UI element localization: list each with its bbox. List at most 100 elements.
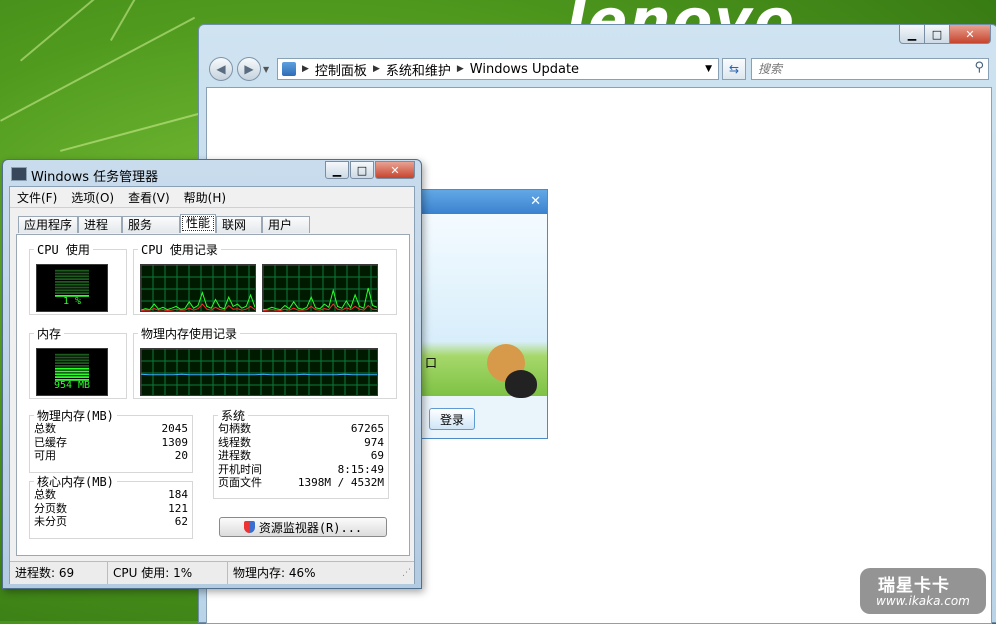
- menu-bar: 文件(F) 选项(O) 查看(V) 帮助(H): [10, 187, 414, 208]
- stat-row: 开机时间 8:15:49: [218, 463, 384, 477]
- task-manager-window: Windows 任务管理器 ▁ □ ✕ 文件(F) 选项(O) 查看(V) 帮助…: [2, 159, 422, 589]
- meter-segment: [55, 373, 89, 376]
- tab-networking[interactable]: 联网: [216, 216, 263, 233]
- maximize-button[interactable]: □: [924, 25, 950, 44]
- watermark-url: www.ikaka.com: [876, 594, 970, 608]
- close-button[interactable]: ✕: [949, 25, 991, 44]
- resize-grip-icon[interactable]: ⋰: [402, 568, 411, 578]
- memory-group: 内存 954 MB: [29, 325, 127, 399]
- stat-value: 121: [168, 501, 188, 515]
- menu-file[interactable]: 文件(F): [10, 187, 64, 207]
- stat-value: 8:15:49: [337, 462, 384, 476]
- status-memory: 物理内存: 46%: [233, 566, 316, 580]
- leaf-vein: [60, 111, 206, 152]
- stat-value: 67265: [350, 422, 384, 435]
- breadcrumb-arrow-icon[interactable]: ▶: [457, 64, 464, 74]
- status-cpu: CPU 使用: 1%: [108, 562, 228, 584]
- refresh-button[interactable]: ⇆: [722, 58, 746, 80]
- tab-applications[interactable]: 应用程序: [18, 216, 79, 233]
- breadcrumb-control-panel[interactable]: 控制面板: [309, 60, 373, 79]
- stat-row: 可用 20: [34, 449, 188, 463]
- cpu-usage-value: 1 %: [62, 296, 82, 307]
- meter-segment: [55, 281, 89, 283]
- tab-services[interactable]: 服务: [122, 216, 181, 233]
- physical-memory-stats: 总数 2045 已缓存 1309 可用 20: [34, 422, 188, 463]
- menu-options[interactable]: 选项(O): [64, 187, 121, 207]
- tab-users[interactable]: 用户: [262, 216, 311, 233]
- tm-close-button[interactable]: ✕: [375, 161, 415, 179]
- breadcrumb-arrow-icon[interactable]: ▶: [302, 64, 309, 74]
- performance-panel: CPU 使用 1 % CPU 使用记录 内存 954 MB 物理内存使用记录 物…: [16, 234, 410, 556]
- history-dropdown-icon[interactable]: ▼: [263, 65, 269, 74]
- breadcrumb-windows-update[interactable]: Windows Update: [464, 62, 585, 77]
- status-processes: 进程数: 69: [10, 562, 108, 584]
- tm-minimize-button[interactable]: ▁: [325, 161, 349, 179]
- task-manager-icon: [11, 167, 27, 181]
- search-icon[interactable]: ⚲: [974, 60, 984, 75]
- meter-segment: [55, 283, 89, 286]
- search-box[interactable]: ⚲: [751, 58, 989, 80]
- stat-label: 总数: [34, 488, 56, 501]
- stat-row: 句柄数 67265: [218, 422, 384, 436]
- stat-value: 69: [370, 449, 384, 462]
- menu-help[interactable]: 帮助(H): [177, 187, 233, 207]
- cpu-history-graph-core1: [140, 264, 256, 312]
- kernel-memory-stats: 总数 184 分页数 121 未分页 62: [34, 488, 188, 529]
- address-dropdown-icon[interactable]: ▼: [705, 64, 712, 74]
- menu-view[interactable]: 查看(V): [121, 187, 177, 207]
- memory-label: 内存: [34, 325, 65, 342]
- stat-label: 线程数: [218, 435, 251, 449]
- tab-performance[interactable]: 性能: [180, 214, 217, 233]
- meter-segment: [55, 275, 89, 278]
- cpu-usage-meter: 1 %: [36, 264, 108, 312]
- meter-segment: [55, 362, 89, 364]
- breadcrumb-arrow-icon[interactable]: ▶: [373, 64, 380, 74]
- stat-value: 974: [364, 435, 384, 449]
- stat-row: 分页数 121: [34, 502, 188, 516]
- memory-meter: 954 MB: [36, 348, 108, 396]
- watermark: 瑞星卡卡 www.ikaka.com: [860, 568, 986, 614]
- stat-label: 句柄数: [218, 422, 251, 435]
- qq-titlebar: ✕: [409, 190, 547, 214]
- meter-segment: [55, 367, 89, 370]
- stat-row: 已缓存 1309: [34, 436, 188, 450]
- stat-row: 总数 2045: [34, 422, 188, 436]
- leaf-vein: [20, 0, 160, 62]
- address-bar[interactable]: ▶ 控制面板 ▶ 系统和维护 ▶ Windows Update ▼: [277, 58, 719, 80]
- tm-maximize-button[interactable]: □: [350, 161, 374, 179]
- resource-monitor-button[interactable]: 资源监视器(R)...: [219, 517, 387, 537]
- watermark-title: 瑞星卡卡: [878, 576, 950, 596]
- stat-label: 分页数: [34, 501, 67, 515]
- meter-segment: [55, 370, 89, 373]
- stat-value: 1398M / 4532M: [297, 476, 384, 489]
- stat-row: 页面文件 1398M / 4532M: [218, 476, 384, 490]
- stat-label: 页面文件: [218, 476, 262, 489]
- cpu-usage-group: CPU 使用 1 %: [29, 241, 127, 315]
- meter-segment: [55, 356, 89, 359]
- qq-login-window: ✕ 口 登录: [408, 189, 548, 439]
- meter-segment: [55, 365, 89, 367]
- stat-label: 总数: [34, 422, 56, 435]
- qq-login-button[interactable]: 登录: [429, 408, 475, 430]
- meter-segment: [55, 272, 89, 275]
- memory-trace: [140, 373, 377, 376]
- cpu-history-graph-core2: [262, 264, 378, 312]
- meter-segment: [55, 269, 89, 272]
- stat-value: 1309: [161, 435, 189, 449]
- stat-row: 进程数 69: [218, 449, 384, 463]
- breadcrumb-system-maintenance[interactable]: 系统和维护: [380, 60, 457, 79]
- memory-history-label: 物理内存使用记录: [138, 325, 241, 342]
- qq-close-icon[interactable]: ✕: [530, 194, 541, 209]
- leaf-vein: [0, 16, 196, 122]
- stat-value: 62: [174, 515, 188, 528]
- stat-label: 未分页: [34, 515, 67, 528]
- physical-memory-group: 物理内存(MB) 总数 2045 已缓存 1309 可用 20: [29, 407, 193, 473]
- forward-button[interactable]: ▶: [237, 57, 261, 81]
- stat-label: 开机时间: [218, 462, 262, 476]
- memory-value: 954 MB: [53, 380, 91, 391]
- minimize-button[interactable]: ▁: [899, 25, 925, 44]
- back-button[interactable]: ◀: [209, 57, 233, 81]
- tab-processes[interactable]: 进程: [78, 216, 123, 233]
- control-panel-icon: [282, 62, 296, 76]
- search-input[interactable]: [756, 59, 960, 79]
